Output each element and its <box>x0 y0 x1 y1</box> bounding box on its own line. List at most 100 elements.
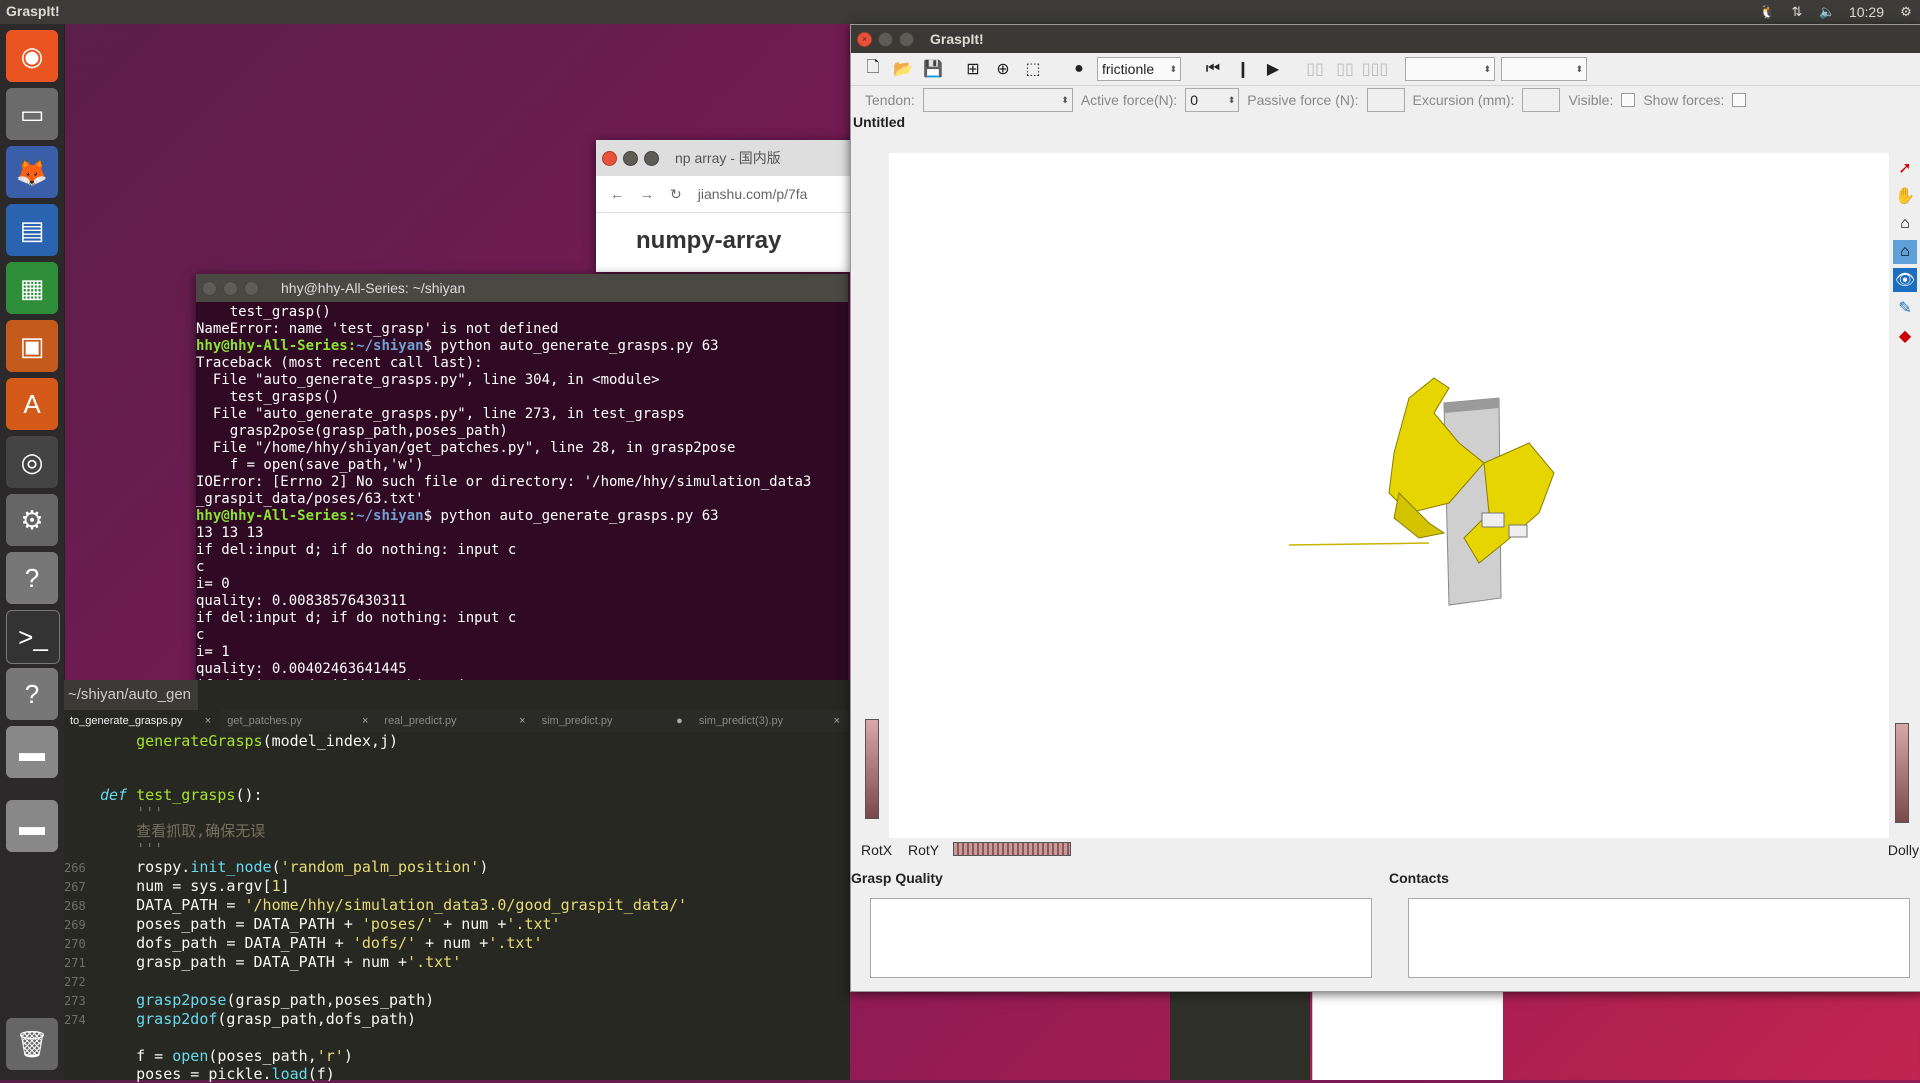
calc-icon[interactable]: ▦ <box>6 262 58 314</box>
chrome-icon[interactable]: ◎ <box>6 436 58 488</box>
passive-force-input[interactable] <box>1366 88 1405 112</box>
select-tool-icon[interactable]: ⬚ <box>1021 57 1045 81</box>
writer-icon[interactable]: ▤ <box>6 204 58 256</box>
excursion-input[interactable] <box>1522 88 1561 112</box>
unknown-app-icon[interactable]: ? <box>6 668 58 720</box>
hand-pan-icon[interactable]: ✋ <box>1893 184 1917 208</box>
seek-icon[interactable]: ✎ <box>1893 296 1917 320</box>
editor-tab[interactable]: to_generate_grasps.py × <box>64 710 222 732</box>
line-number: 273 <box>64 994 86 1008</box>
dolly-wheel[interactable] <box>1895 723 1909 823</box>
rotx-wheel[interactable] <box>865 719 879 819</box>
files-icon[interactable]: ▭ <box>6 88 58 140</box>
home-icon[interactable]: ⌂ <box>1893 212 1917 236</box>
back-icon[interactable]: ← <box>610 186 624 202</box>
minimize-icon[interactable] <box>878 31 893 47</box>
close-icon[interactable] <box>202 280 217 296</box>
gear-icon[interactable]: ⚙ <box>1898 4 1914 20</box>
play-icon[interactable]: ▶ <box>1261 57 1285 81</box>
visible-checkbox[interactable] <box>1621 93 1636 107</box>
terminal-line: NameError: name 'test_grasp' is not defi… <box>196 321 559 337</box>
impress-icon[interactable]: ▣ <box>6 320 58 372</box>
rotate-tool-icon[interactable]: ⊕ <box>991 57 1015 81</box>
minimap[interactable] <box>1170 990 1310 1080</box>
editor-tab[interactable]: sim_predict.py ● <box>536 710 693 732</box>
software-center-icon[interactable]: A <box>6 378 58 430</box>
terminal-title: hhy@hhy-All-Series: ~/shiyan <box>281 280 466 296</box>
grid-icon[interactable]: ▯▯ <box>1303 57 1327 81</box>
drive-icon[interactable]: ▬ <box>6 726 58 778</box>
minimize-icon[interactable] <box>223 280 238 296</box>
active-force-input[interactable]: 0 ⬍ <box>1185 88 1240 112</box>
reload-icon[interactable]: ↻ <box>670 186 682 203</box>
drive-icon[interactable]: ▬ <box>6 800 58 852</box>
clock[interactable]: 10:29 <box>1849 4 1884 20</box>
grid-icon[interactable]: ▯▯ <box>1333 57 1357 81</box>
editor-tab[interactable]: sim_predict(3).py × <box>693 710 850 732</box>
3d-viewport[interactable] <box>889 153 1889 838</box>
terminal-line: hhy@hhy-All-Series:~/shiyan$ python auto… <box>196 508 719 524</box>
close-icon[interactable]: × <box>857 31 872 47</box>
terminal-titlebar[interactable]: hhy@hhy-All-Series: ~/shiyan <box>196 274 848 302</box>
maximize-icon[interactable] <box>644 150 659 166</box>
terminal-line: if del:input d; if do nothing: input c <box>196 610 517 626</box>
perspective-icon[interactable]: ◆ <box>1893 324 1917 348</box>
grasp-quality-label: Grasp Quality <box>851 870 943 886</box>
roty-label: RotY <box>908 842 940 858</box>
new-file-icon[interactable]: 🗋 <box>861 57 885 81</box>
show-forces-checkbox[interactable] <box>1732 93 1747 107</box>
trash-icon[interactable]: 🗑 <box>6 1018 58 1070</box>
unknown-app-icon[interactable]: ? <box>6 552 58 604</box>
firefox-icon[interactable]: 🦊 <box>6 146 58 198</box>
graspit-toolbar: 🗋 📂 💾 ⊞ ⊕ ⬚ ● frictionle ⬍ ⏮ ❙ ▶ ▯▯ ▯▯ ▯▯… <box>851 53 1920 86</box>
grid-icon[interactable]: ▯▯▯ <box>1362 57 1388 81</box>
settings-icon[interactable]: ⚙ <box>6 494 58 546</box>
pick-icon[interactable]: ➚ <box>1893 156 1917 180</box>
tendon-select[interactable]: ⬍ <box>922 88 1073 112</box>
maximize-icon[interactable] <box>899 31 914 47</box>
translate-tool-icon[interactable]: ⊞ <box>961 57 985 81</box>
close-icon[interactable]: × <box>519 710 525 732</box>
hand-select[interactable]: ⬍ <box>1405 57 1495 81</box>
contacts-list[interactable] <box>1408 898 1910 978</box>
graspit-titlebar[interactable]: × GraspIt! <box>851 25 1920 53</box>
close-icon[interactable]: × <box>205 710 211 732</box>
grasp-quality-list[interactable] <box>870 898 1372 978</box>
pause-icon[interactable]: ❙ <box>1231 57 1255 81</box>
terminal-line: hhy@hhy-All-Series:~/shiyan$ python auto… <box>196 338 719 354</box>
unsaved-dot-icon[interactable]: ● <box>676 710 683 732</box>
minimize-icon[interactable] <box>623 150 638 166</box>
set-home-icon[interactable]: ⌂ <box>1893 240 1917 264</box>
editor-tab[interactable]: real_predict.py × <box>378 710 535 732</box>
prompt-cwd: ~/shiyan <box>356 338 424 354</box>
code-editor: ~/shiyan/auto_gen to_generate_grasps.py ×… <box>64 680 850 1083</box>
close-icon[interactable] <box>602 150 617 166</box>
terminal-window[interactable]: hhy@hhy-All-Series: ~/shiyan test_grasp(… <box>196 274 848 712</box>
forward-icon[interactable]: → <box>640 186 654 202</box>
grasp-select[interactable]: ⬍ <box>1501 57 1587 81</box>
tendon-label: Tendon: <box>865 92 915 108</box>
terminal-output[interactable]: test_grasp() NameError: name 'test_grasp'… <box>196 302 848 717</box>
view-all-icon[interactable]: 👁 <box>1893 268 1917 292</box>
close-icon[interactable]: × <box>362 710 368 732</box>
save-icon[interactable]: 💾 <box>921 57 945 81</box>
tux-icon[interactable]: 🐧 <box>1759 4 1775 20</box>
maximize-icon[interactable] <box>244 280 259 296</box>
network-icon[interactable]: ⇅ <box>1789 4 1805 20</box>
dolly-label: Dolly <box>1887 842 1919 858</box>
ubuntu-dash-icon[interactable]: ◉ <box>6 30 58 82</box>
terminal-icon[interactable]: >_ <box>6 610 60 664</box>
roty-wheel[interactable] <box>953 842 1071 856</box>
browser-tab[interactable]: np array - 国内版 <box>675 148 781 168</box>
friction-select[interactable]: frictionle ⬍ <box>1097 57 1181 81</box>
skip-back-icon[interactable]: ⏮ <box>1201 57 1225 81</box>
close-icon[interactable]: × <box>834 710 840 732</box>
volume-icon[interactable]: 🔈 <box>1819 4 1835 20</box>
url-field[interactable]: jianshu.com/p/7fa <box>698 186 808 202</box>
code-area[interactable]: generateGrasps(model_index,j) def test_gr… <box>64 732 850 1083</box>
editor-tabbar: to_generate_grasps.py × get_patches.py × rea… <box>64 710 850 732</box>
prompt-user: hhy@hhy-All-Series: <box>196 338 357 354</box>
editor-tab[interactable]: get_patches.py × <box>221 710 378 732</box>
open-folder-icon[interactable]: 📂 <box>891 57 915 81</box>
